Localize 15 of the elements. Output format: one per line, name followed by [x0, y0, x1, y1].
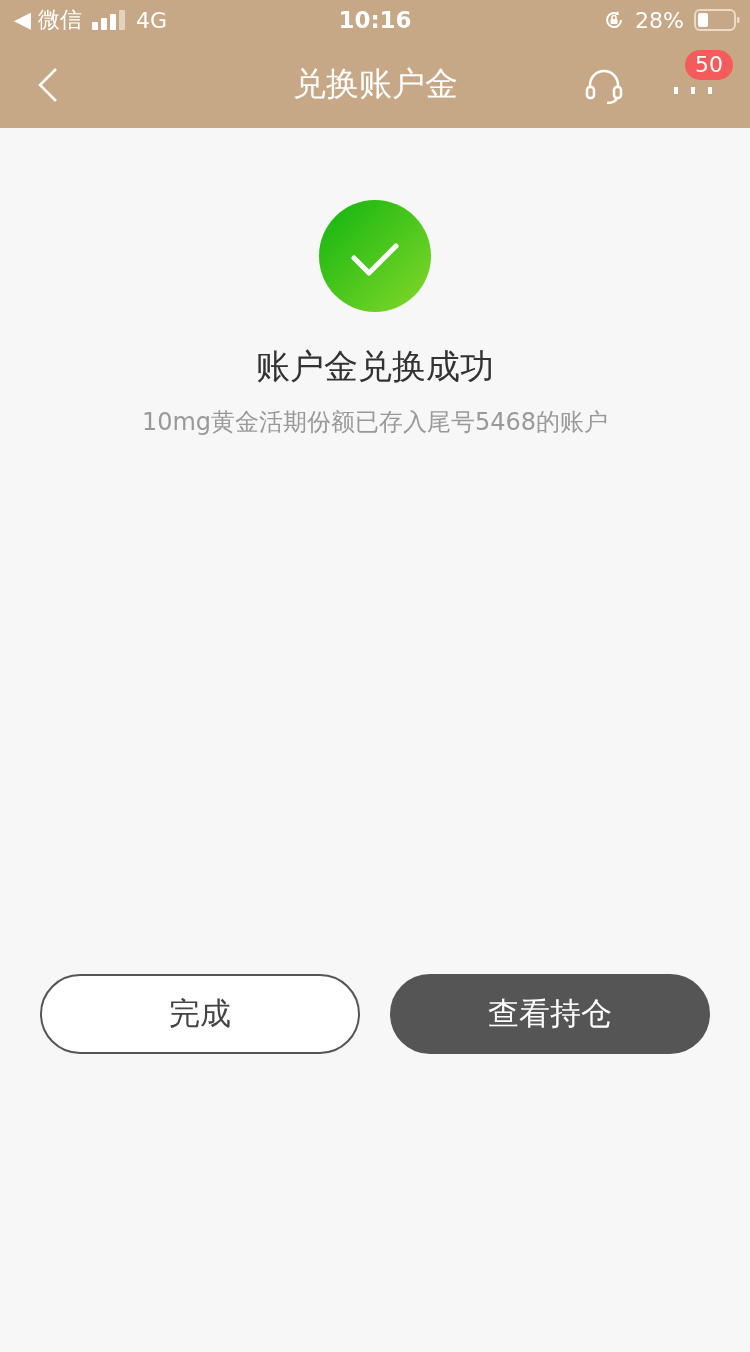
clock: 10:16 — [338, 7, 412, 33]
battery-percent: 28% — [635, 7, 684, 33]
success-check-icon — [319, 200, 431, 312]
view-holdings-button[interactable]: 查看持仓 — [390, 974, 710, 1054]
battery-icon — [694, 9, 740, 31]
success-message: 10mg黄金活期份额已存入尾号5468的账户 — [141, 407, 609, 438]
page-title: 兑换账户金 — [292, 62, 458, 105]
back-icon[interactable] — [38, 68, 58, 102]
notification-badge: 50 — [685, 50, 733, 80]
more-icon[interactable] — [674, 87, 712, 95]
network-label: 4G — [135, 7, 167, 33]
signal-icon — [91, 10, 126, 30]
headset-icon[interactable] — [585, 68, 623, 104]
success-title: 账户金兑换成功 — [256, 345, 494, 388]
done-button[interactable]: 完成 — [40, 974, 360, 1054]
